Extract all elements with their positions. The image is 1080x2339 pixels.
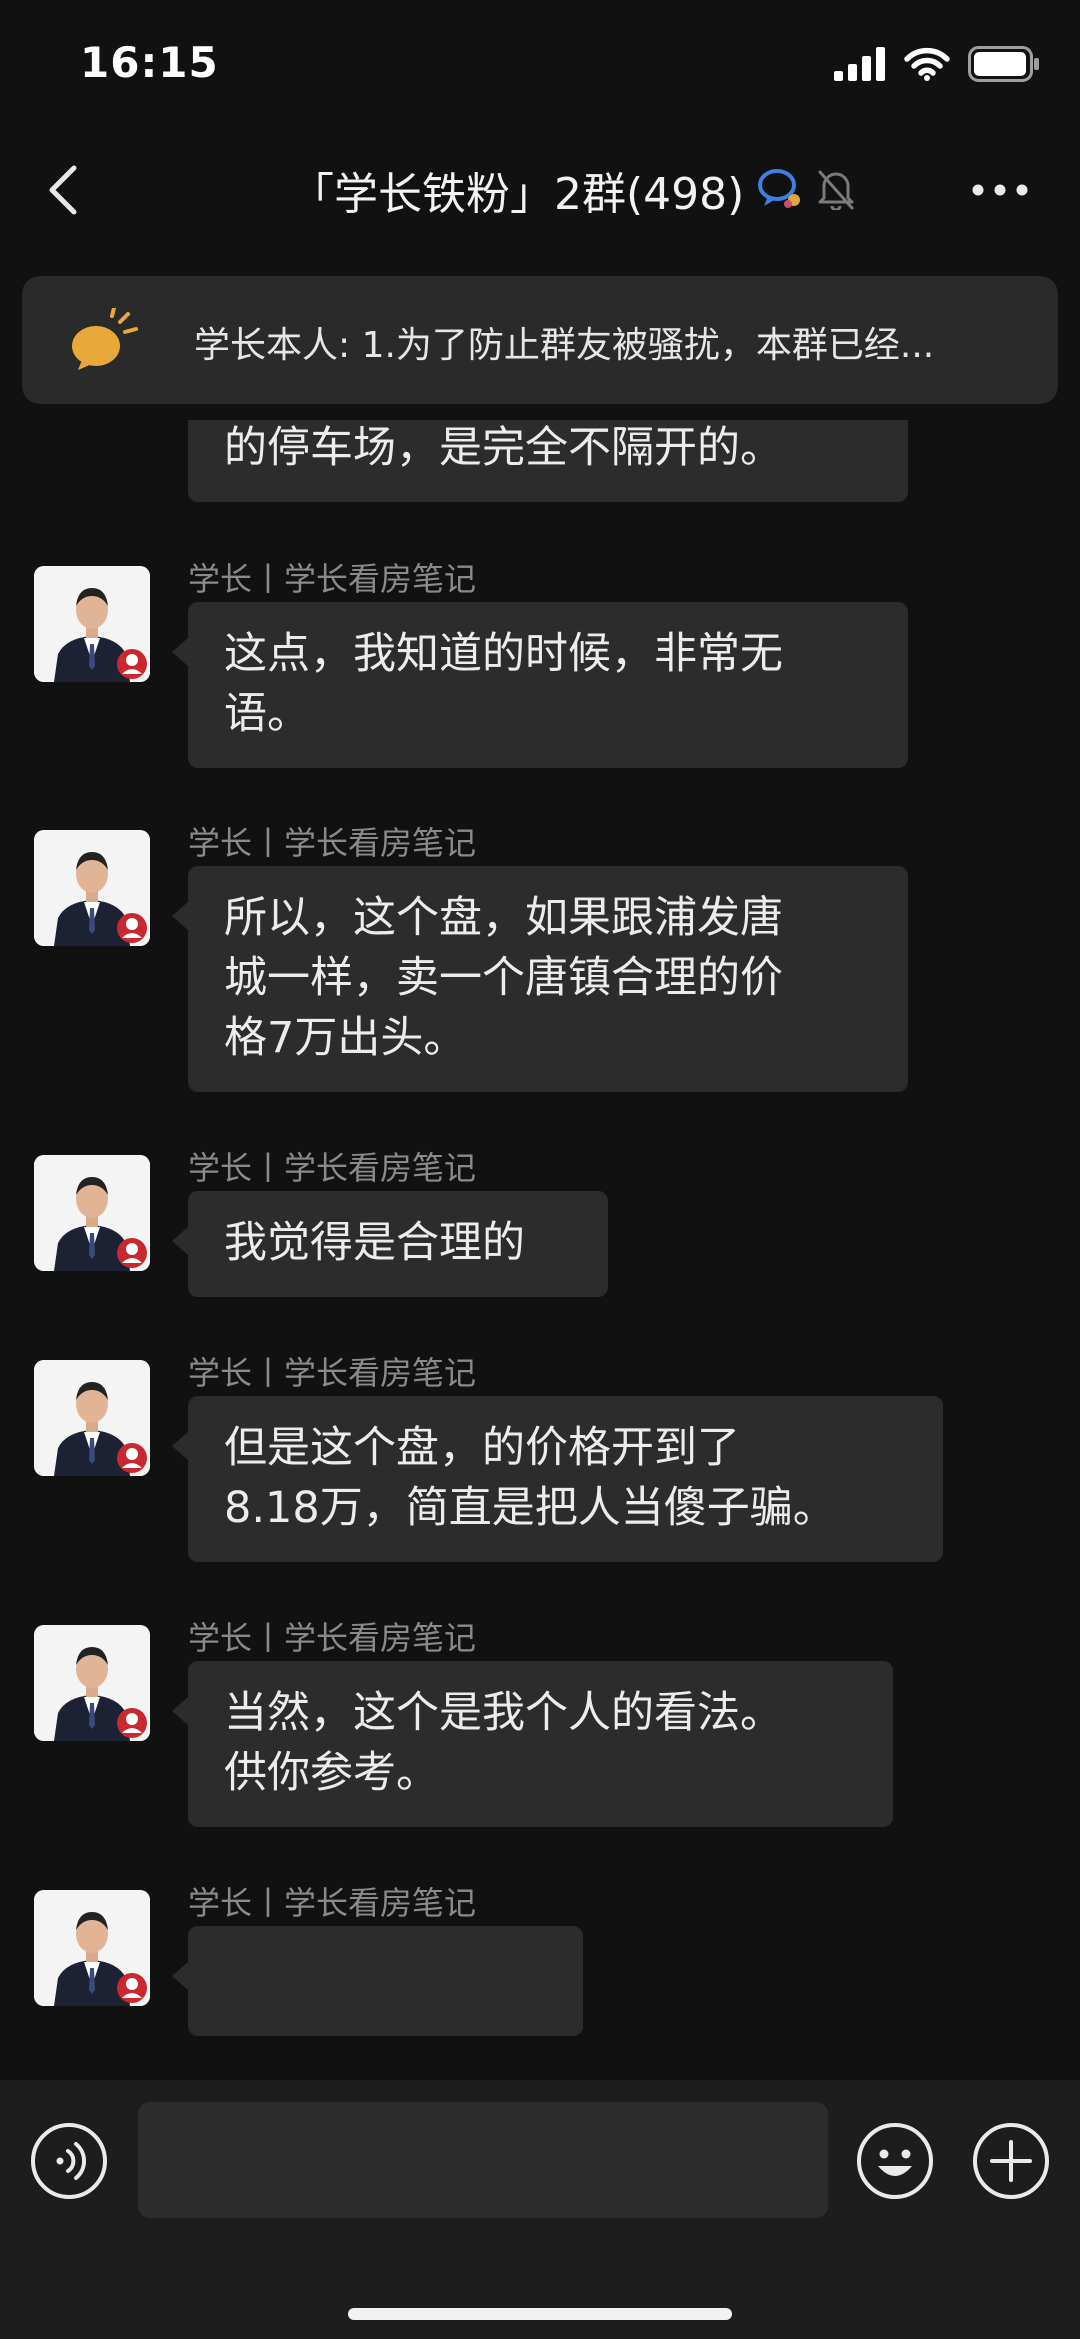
title-group[interactable]: 「学长铁粉」2群(498)	[290, 160, 856, 220]
avatar-image	[34, 566, 150, 682]
chat-title: 「学长铁粉」2群(498)	[290, 169, 745, 220]
status-time: 16:15	[80, 38, 219, 87]
wifi-icon	[904, 47, 950, 85]
cellular-signal-icon	[834, 47, 886, 85]
sender-name: 学长丨学长看房笔记	[188, 824, 477, 862]
chat-screen: 16:15 「学长铁粉」2群(498) 学长本人: 1.为了防止群友被骚扰，本群…	[0, 0, 1080, 2339]
emoji-icon	[857, 2123, 933, 2199]
message-line: 当然，这个是我个人的看法。	[224, 1688, 783, 1738]
status-bar: 16:15	[0, 0, 1080, 130]
message-bubble[interactable]: 我觉得是合理的	[172, 1191, 608, 1297]
message-bubble[interactable]: 这点，我知道的时候，非常无 语。	[172, 602, 908, 768]
message-input[interactable]	[138, 2102, 828, 2218]
avatar[interactable]	[34, 1360, 150, 1476]
message-bubble[interactable]: 目前在建的商业部分，和住宅的停车场，是完全不隔开的。	[188, 420, 908, 502]
avatar-image	[34, 1360, 150, 1476]
message-bubble[interactable]: 但是这个盘，的价格开到了 8.18万，简直是把人当傻子骗。	[172, 1396, 943, 1562]
bell-mute-icon	[816, 166, 856, 214]
message-line: 8.18万，简直是把人当傻子骗。	[224, 1483, 836, 1533]
input-bar	[0, 2080, 1080, 2339]
message-bubble[interactable]: 所以，这个盘，如果跟浦发唐 城一样，卖一个唐镇合理的价 格7万出头。	[172, 866, 908, 1092]
emoji-button[interactable]	[856, 2122, 934, 2200]
sender-name: 学长丨学长看房笔记	[188, 1884, 477, 1922]
avatar-image	[34, 830, 150, 946]
battery-icon	[968, 46, 1040, 86]
chat-bubble-icon	[756, 166, 804, 214]
more-dots-icon	[972, 184, 1028, 196]
sender-name: 学长丨学长看房笔记	[188, 1149, 477, 1187]
avatar-image	[34, 1155, 150, 1271]
megaphone-icon	[68, 306, 140, 372]
avatar[interactable]	[34, 1155, 150, 1271]
plus-icon	[973, 2123, 1049, 2199]
message-line: 但是这个盘，的价格开到了	[224, 1423, 740, 1473]
avatar[interactable]	[34, 1625, 150, 1741]
sender-name: 学长丨学长看房笔记	[188, 1619, 477, 1657]
message-line: 所以，这个盘，如果跟浦发唐	[224, 893, 783, 943]
avatar[interactable]	[34, 1890, 150, 2006]
message-list[interactable]: 学长丨学长看房笔记 目前在建的商业部分，和住宅的停车场，是完全不隔开的。学长丨学长…	[0, 420, 1080, 2080]
sender-name: 学长丨学长看房笔记	[188, 1354, 477, 1392]
message-line: 语。	[224, 689, 310, 739]
avatar-image	[34, 1890, 150, 2006]
avatar-image	[34, 1625, 150, 1741]
chevron-left-icon	[49, 165, 77, 215]
message-line: 这点，我知道的时候，非常无	[224, 629, 783, 679]
home-indicator	[348, 2308, 732, 2320]
message-bubble[interactable]: 当然，这个是我个人的看法。 供你参考。	[172, 1661, 893, 1827]
back-button[interactable]	[40, 160, 90, 220]
sender-name: 学长丨学长看房笔记	[188, 560, 477, 598]
more-button[interactable]	[970, 170, 1030, 210]
message-line: 我觉得是合理的	[224, 1218, 525, 1268]
voice-icon	[31, 2123, 107, 2199]
nav-bar: 「学长铁粉」2群(498)	[0, 130, 1080, 250]
pinned-notice[interactable]: 学长本人: 1.为了防止群友被骚扰，本群已经...	[22, 276, 1058, 404]
message-line: 城一样，卖一个唐镇合理的价	[224, 953, 783, 1003]
message-line: 供你参考。	[224, 1748, 439, 1798]
message-line: 的停车场，是完全不隔开的。	[224, 423, 783, 473]
notice-text: 学长本人: 1.为了防止群友被骚扰，本群已经...	[194, 325, 935, 366]
message-bubble[interactable]	[172, 1926, 583, 2036]
status-icons	[834, 46, 1040, 86]
voice-button[interactable]	[30, 2122, 108, 2200]
avatar[interactable]	[34, 566, 150, 682]
plus-button[interactable]	[972, 2122, 1050, 2200]
message-line: 格7万出头。	[224, 1013, 467, 1063]
avatar[interactable]	[34, 830, 150, 946]
